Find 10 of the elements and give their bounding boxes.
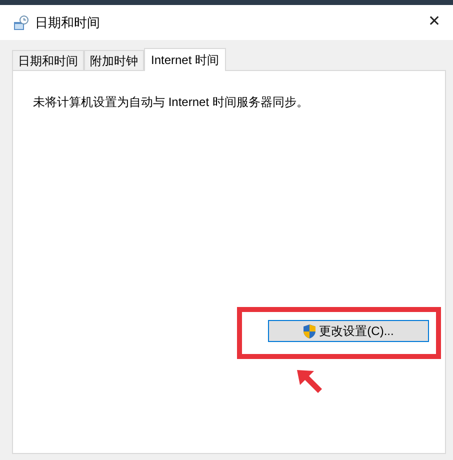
close-icon[interactable]: ✕ — [424, 11, 445, 34]
tab[interactable]: 日期和时间 — [12, 50, 84, 70]
shield-icon — [303, 324, 316, 338]
status-message: 未将计算机设置为自动与 Internet 时间服务器同步。 — [33, 94, 308, 111]
window-title: 日期和时间 — [35, 14, 100, 32]
change-settings-button[interactable]: 更改设置(C)... — [268, 320, 429, 342]
arrow-icon — [294, 367, 324, 393]
tab[interactable]: Internet 时间 — [144, 48, 226, 71]
tab[interactable]: 附加时钟 — [84, 50, 144, 70]
clock-icon — [13, 14, 29, 30]
